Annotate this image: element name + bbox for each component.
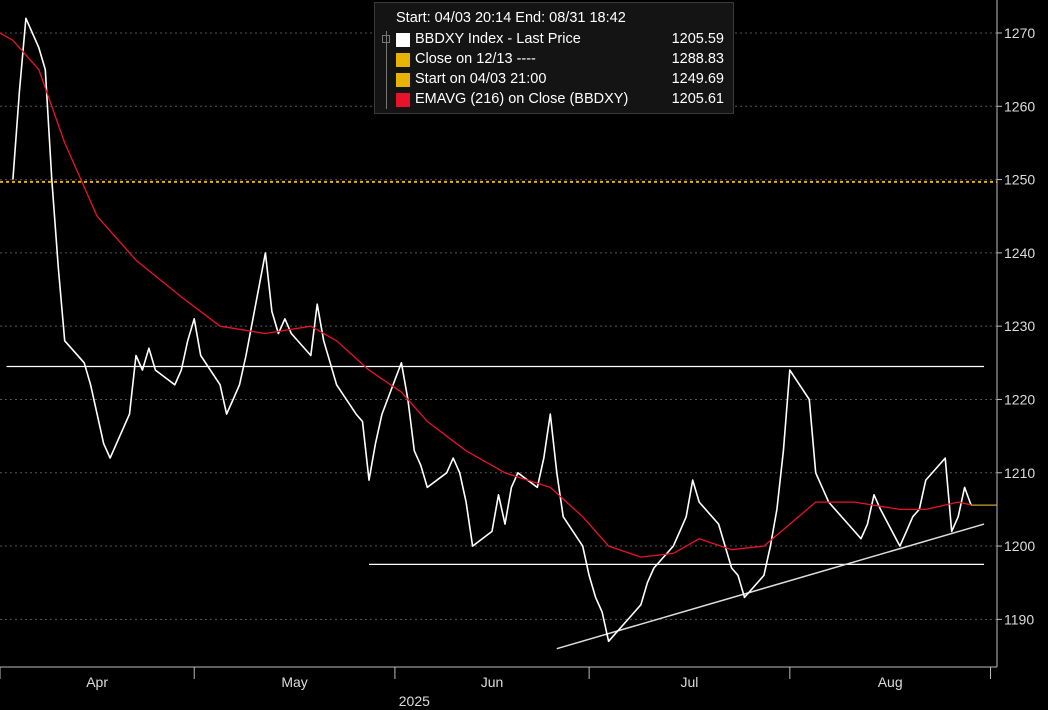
legend-value: 1205.59 — [671, 31, 724, 47]
legend-swatch — [396, 73, 410, 87]
y-tick-label: 1220 — [1004, 391, 1035, 407]
legend-row-emavg[interactable]: EMAVG (216) on Close (BBDXY) 1205.61 — [375, 90, 733, 110]
x-tick-label: Jun — [481, 674, 504, 690]
collapse-toggle-icon[interactable] — [382, 35, 390, 43]
x-tick-label: Jul — [681, 674, 699, 690]
legend-value: 1249.69 — [671, 71, 724, 87]
legend-swatch — [396, 53, 410, 67]
y-tick-label: 1270 — [1004, 25, 1035, 41]
x-tick-label: Apr — [86, 674, 108, 690]
y-tick-label: 1240 — [1004, 245, 1035, 261]
x-tick-label: Aug — [878, 674, 903, 690]
legend-row-last-price[interactable]: BBDXY Index - Last Price 1205.59 — [375, 30, 733, 50]
y-tick-label: 1190 — [1004, 611, 1034, 627]
y-tick-label: 1230 — [1004, 318, 1035, 334]
legend-value: 1205.61 — [671, 91, 724, 107]
legend-box[interactable]: Start: 04/03 20:14 End: 08/31 18:42 BBDX… — [374, 2, 734, 114]
legend-label: EMAVG (216) on Close (BBDXY) — [415, 91, 629, 107]
legend-header: Start: 04/03 20:14 End: 08/31 18:42 — [396, 10, 626, 26]
legend-value: 1288.83 — [671, 51, 724, 67]
legend-label: BBDXY Index - Last Price — [415, 31, 581, 47]
legend-swatch — [396, 93, 410, 107]
y-tick-label: 1200 — [1004, 538, 1035, 554]
x-axis-year-label: 2025 — [399, 693, 430, 709]
y-tick-label: 1250 — [1004, 172, 1035, 188]
legend-row-start[interactable]: Start on 04/03 21:00 1249.69 — [375, 70, 733, 90]
legend-swatch — [396, 33, 410, 47]
y-tick-label: 1260 — [1004, 98, 1035, 114]
legend-label: Close on 12/13 ---- — [415, 51, 536, 67]
y-tick-label: 1210 — [1004, 465, 1035, 481]
legend-label: Start on 04/03 21:00 — [415, 71, 547, 87]
legend-row-close[interactable]: Close on 12/13 ---- 1288.83 — [375, 50, 733, 70]
x-tick-label: May — [281, 674, 307, 690]
